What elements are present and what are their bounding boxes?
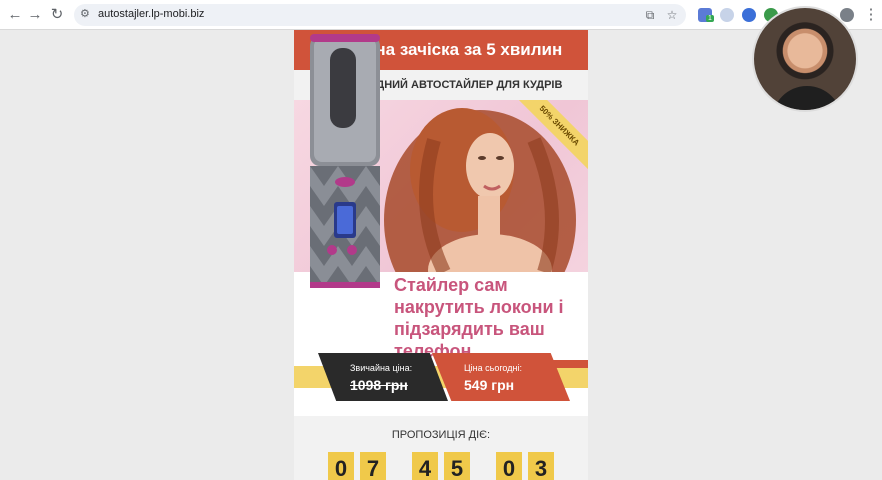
sale-price-label: Ціна сьогодні:	[464, 363, 522, 373]
presenter-shirt	[772, 86, 842, 110]
menu-icon[interactable]: ⋮	[862, 6, 880, 24]
extension-icon-2[interactable]	[720, 8, 734, 22]
profile-icon[interactable]	[840, 8, 854, 22]
timer-digit: 7	[360, 452, 386, 480]
curler-device-illustration	[310, 34, 380, 288]
url-text[interactable]: autostajler.lp-mobi.biz	[98, 8, 204, 20]
regular-price-label: Звичайна ціна:	[350, 363, 413, 373]
headline-line-2: накрутить локони і	[394, 297, 564, 317]
timer-digit: 0	[496, 452, 522, 480]
timer-digit: 0	[328, 452, 354, 480]
presenter-webcam-overlay	[752, 6, 858, 112]
regular-price-value: 1098 грн	[350, 377, 408, 393]
extension-icon-3[interactable]	[742, 8, 756, 22]
forward-arrow-icon[interactable]: →	[26, 6, 44, 24]
reload-icon[interactable]: ↻	[48, 6, 66, 24]
offer-timer-label: ПРОПОЗИЦІЯ ДІЄ:	[391, 429, 491, 441]
browser-toolbar: ← → ↻ ⚙ autostajler.lp-mobi.biz ⧉ ☆ 1 ⋮	[0, 0, 882, 30]
headline-line-3: підзарядить ваш	[394, 319, 545, 339]
timer-digit: 5	[444, 452, 470, 480]
translate-icon[interactable]: ⧉	[642, 7, 658, 23]
sale-price-value: 549 грн	[464, 377, 515, 393]
regular-price-box: Звичайна ціна: 1098 грн	[318, 353, 448, 401]
headline: Стайлер сам накрутить локони і підзаряди…	[394, 274, 588, 362]
headline-line-1: Стайлер сам	[394, 275, 508, 295]
landing-page: Ідеальна зачіска за 5 хвилин БЕЗПРОВІДНИ…	[294, 30, 588, 480]
timer-digit: 4	[412, 452, 438, 480]
extension-badge: 1	[706, 15, 714, 22]
timer-digit: 3	[528, 452, 554, 480]
address-bar[interactable]: ⚙ autostajler.lp-mobi.biz ⧉ ☆	[74, 4, 686, 26]
sale-price-box: Ціна сьогодні: 549 грн	[432, 353, 570, 401]
site-info-icon[interactable]: ⚙	[80, 7, 90, 20]
bookmark-star-icon[interactable]: ☆	[664, 7, 680, 23]
back-arrow-icon[interactable]: ←	[6, 6, 24, 24]
offer-timer: ПРОПОЗИЦІЯ ДІЄ: 0 7 4 5 0 3	[294, 416, 588, 480]
